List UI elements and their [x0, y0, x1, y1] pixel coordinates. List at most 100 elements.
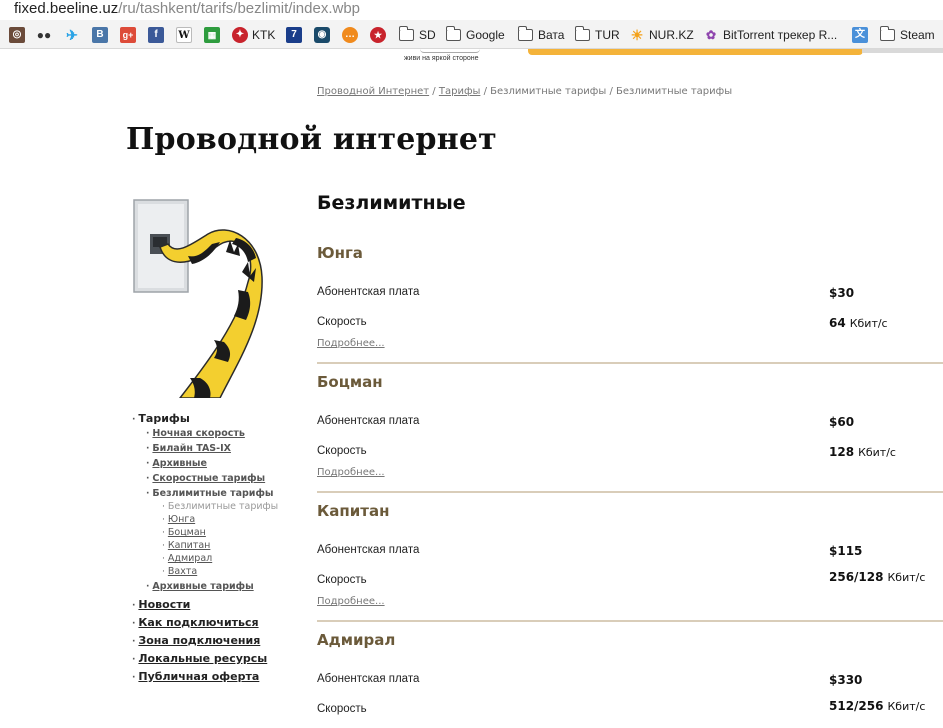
nav-vakhta[interactable]: · Вахта	[162, 566, 197, 577]
breadcrumb-current: Безлимитные тарифы	[616, 86, 733, 97]
speed-number: 512/256	[829, 699, 884, 713]
bookmark-vk[interactable]: B	[92, 25, 112, 45]
bookmark-camera[interactable]: ◉	[314, 25, 334, 45]
breadcrumb-tariffs[interactable]: Тарифы	[439, 86, 481, 97]
bookmark-people[interactable]: ●●	[36, 25, 56, 45]
torrent-icon: ✿	[703, 27, 719, 43]
address-bar[interactable]: fixed.beeline.uz/ru/tashkent/tarifs/bezl…	[0, 0, 943, 20]
nav-unlimited-tariffs[interactable]: · Безлимитные тарифы	[146, 488, 273, 499]
bullet-icon: ·	[146, 459, 150, 469]
speed-label: Скорость	[317, 574, 367, 586]
nav-public-offer[interactable]: · Публичная оферта	[132, 670, 259, 683]
nav-link[interactable]: Адмирал	[168, 553, 212, 564]
nav-link[interactable]: Архивные	[152, 458, 207, 469]
nav-label: Безлимитные тарифы	[152, 488, 274, 499]
nav-label: Безлимитные тарифы	[167, 501, 279, 512]
bookmark-label: KTK	[252, 28, 276, 42]
site-slogan: живи на яркой стороне	[404, 55, 479, 62]
breadcrumb-unlimited: Безлимитные тарифы	[490, 86, 607, 97]
bookmark-chart[interactable]: ▦	[204, 25, 224, 45]
bullet-icon: ·	[162, 567, 165, 577]
bookmark-channel7[interactable]: 7	[286, 25, 306, 45]
tariff-card: Боцман Абонентская плата $60 Скорость 12…	[317, 373, 943, 502]
nav-zone[interactable]: · Зона подключения	[132, 634, 260, 647]
breadcrumb-separator: /	[432, 86, 436, 97]
people-icon: ●●	[36, 27, 52, 43]
fee-value: $30	[829, 286, 855, 300]
speed-label: Скорость	[317, 445, 367, 457]
vk-icon: B	[92, 27, 108, 43]
nav-link[interactable]: Билайн TAS-IX	[152, 443, 231, 454]
nav-link[interactable]: Боцман	[168, 527, 206, 538]
nav-tariffs[interactable]: · Тарифы	[132, 412, 190, 425]
bookmark-ktk[interactable]: ✦ KTK	[232, 25, 275, 45]
nav-archive[interactable]: · Архивные	[146, 458, 207, 469]
tariff-name: Капитан	[317, 502, 390, 520]
bookmark-star[interactable]: ★	[370, 25, 390, 45]
nav-link[interactable]: Ночная скорость	[152, 428, 244, 439]
bookmark-folder-google[interactable]: Google	[445, 25, 505, 45]
nav-link[interactable]: Публичная оферта	[138, 670, 259, 683]
nav-link[interactable]: Юнга	[168, 514, 195, 525]
bookmark-wikipedia[interactable]: W	[176, 25, 196, 45]
tariff-name: Боцман	[317, 373, 383, 391]
nav-local-resources[interactable]: · Локальные ресурсы	[132, 652, 267, 665]
bookmark-facebook[interactable]: f	[148, 25, 168, 45]
more-link[interactable]: Подробнее...	[317, 467, 385, 478]
nav-how-connect[interactable]: · Как подключиться	[132, 616, 259, 629]
tariff-card: Адмирал Абонентская плата $330 Скорость …	[317, 631, 943, 728]
nav-link[interactable]: Скоростные тарифы	[152, 473, 265, 484]
url-text[interactable]: fixed.beeline.uz/ru/tashkent/tarifs/bezl…	[14, 0, 360, 17]
nav-speed-tariffs[interactable]: · Скоростные тарифы	[146, 473, 265, 484]
speed-value: 512/256 Кбит/с	[829, 699, 925, 713]
bookmark-folder-steam[interactable]: Steam	[879, 25, 935, 45]
bookmark-translate[interactable]: 文	[852, 25, 872, 45]
nav-beeline-tasix[interactable]: · Билайн TAS-IX	[146, 443, 231, 454]
nav-link[interactable]: Капитан	[168, 540, 211, 551]
bookmark-folder-sd[interactable]: SD	[398, 25, 436, 45]
google-plus-icon: g+	[120, 27, 136, 43]
bookmark-label: NUR.KZ	[649, 28, 694, 42]
nav-link[interactable]: Архивные тарифы	[152, 581, 253, 592]
breadcrumb-separator: /	[483, 86, 487, 97]
nav-kapitan[interactable]: · Капитан	[162, 540, 210, 551]
bullet-icon: ·	[146, 444, 150, 454]
sun-icon: ☀	[629, 27, 645, 43]
nav-news[interactable]: · Новости	[132, 598, 190, 611]
speed-label: Скорость	[317, 316, 367, 328]
folder-icon	[879, 26, 895, 41]
nav-yunga[interactable]: · Юнга	[162, 514, 195, 525]
more-link[interactable]: Подробнее...	[317, 596, 385, 607]
bookmark-twitter[interactable]: ✈	[64, 25, 84, 45]
nav-archive-tariffs[interactable]: · Архивные тарифы	[146, 581, 254, 592]
nav-link[interactable]: Локальные ресурсы	[138, 652, 267, 665]
bullet-icon: ·	[162, 554, 165, 564]
bullet-icon: ·	[132, 601, 136, 611]
speed-value: 128 Кбит/с	[829, 445, 896, 459]
breadcrumb-separator: /	[609, 86, 613, 97]
nav-night-speed[interactable]: · Ночная скорость	[146, 428, 245, 439]
channel7-icon: 7	[286, 27, 302, 43]
bookmark-bittorrent[interactable]: ✿ BitTorrent трекер R...	[703, 25, 837, 45]
bookmark-chat[interactable]: …	[342, 25, 362, 45]
bookmark-nurkz[interactable]: ☀ NUR.KZ	[629, 25, 694, 45]
bookmark-label: Steam	[900, 28, 935, 42]
bookmark-folder-tur[interactable]: TUR	[574, 25, 620, 45]
bookmark-folder-vata[interactable]: Вата	[517, 25, 564, 45]
folder-icon	[398, 26, 414, 41]
bookmark-instagram[interactable]: ◎	[9, 25, 29, 45]
nav-botsman[interactable]: · Боцман	[162, 527, 206, 538]
url-host: fixed.beeline.uz	[14, 0, 119, 17]
nav-link[interactable]: Как подключиться	[138, 616, 258, 629]
nav-link[interactable]: Новости	[138, 598, 190, 611]
more-link[interactable]: Подробнее...	[317, 338, 385, 349]
nav-link[interactable]: Вахта	[168, 566, 197, 577]
facebook-icon: f	[148, 27, 164, 43]
fee-label: Абонентская плата	[317, 544, 420, 556]
nav-link[interactable]: Зона подключения	[138, 634, 260, 647]
breadcrumb-wired-internet[interactable]: Проводной Интернет	[317, 86, 429, 97]
nav-admiral[interactable]: · Адмирал	[162, 553, 212, 564]
divider	[317, 620, 943, 622]
speed-number: 128	[829, 445, 855, 459]
bookmark-google-plus[interactable]: g+	[120, 25, 140, 45]
